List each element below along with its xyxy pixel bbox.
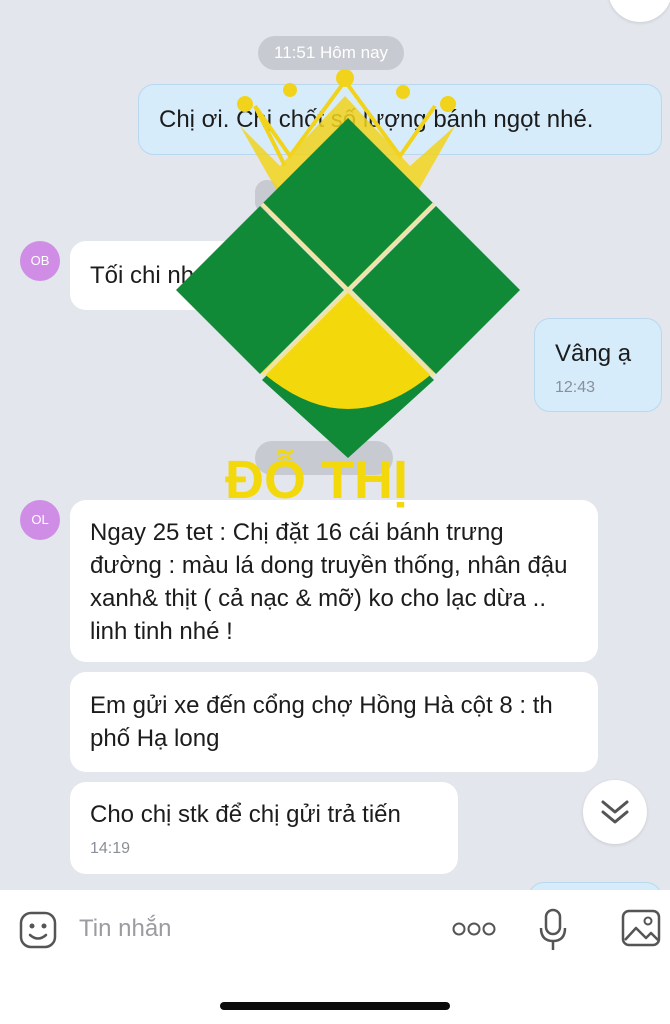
message-bubble-outgoing[interactable]: Vâng ạ 12:43 bbox=[534, 318, 662, 412]
top-round-button[interactable] bbox=[608, 0, 670, 22]
message-input-bar: Tin nhắn bbox=[0, 890, 670, 1024]
message-bubble-incoming[interactable]: Cho chị stk để chị gửi trả tiến 14:19 bbox=[70, 782, 458, 874]
microphone-icon[interactable] bbox=[538, 908, 568, 952]
message-text: Tối chi nh bbox=[90, 262, 195, 289]
message-bubble-incoming[interactable]: Tối chi nh bbox=[70, 241, 260, 310]
message-text: Vâng ạ bbox=[555, 340, 632, 367]
message-text: Cho chị stk để chị gửi trả tiến bbox=[90, 801, 401, 828]
message-bubble-incoming[interactable]: Ngay 25 tet : Chị đặt 16 cái bánh trưng … bbox=[70, 500, 598, 662]
message-text: Ngay 25 tet : Chị đặt 16 cái bánh trưng … bbox=[90, 519, 568, 645]
date-pill-hidden bbox=[255, 441, 393, 475]
message-input[interactable]: Tin nhắn bbox=[79, 914, 172, 944]
message-text: Chị ơi. Chị chốt số lượng bánh ngọt nhé. bbox=[159, 106, 594, 133]
message-bubble-outgoing[interactable]: Chị ơi. Chị chốt số lượng bánh ngọt nhé. bbox=[138, 84, 662, 155]
sticker-icon[interactable] bbox=[18, 910, 58, 950]
home-indicator[interactable] bbox=[220, 1002, 450, 1010]
chat-area[interactable]: 11:51 Hôm nay Chị ơi. Chị chốt số lượng … bbox=[0, 0, 670, 890]
image-icon[interactable] bbox=[620, 908, 662, 948]
avatar[interactable]: OL bbox=[20, 500, 60, 540]
message-time: 12:43 bbox=[555, 379, 596, 396]
avatar[interactable]: OB bbox=[20, 241, 60, 281]
scroll-down-button[interactable] bbox=[583, 780, 647, 844]
message-text: Em gửi xe đến cổng chợ Hồng Hà cột 8 : t… bbox=[90, 692, 553, 752]
message-bubble-incoming[interactable]: Em gửi xe đến cổng chợ Hồng Hà cột 8 : t… bbox=[70, 672, 598, 772]
message-bubble-outgoing-partial[interactable] bbox=[528, 882, 662, 890]
date-pill: 11:51 Hôm nay bbox=[258, 36, 405, 70]
more-dots-icon[interactable] bbox=[451, 920, 497, 938]
date-pill-hidden bbox=[255, 180, 279, 214]
message-time: 14:19 bbox=[90, 840, 131, 857]
chevron-double-down-icon bbox=[601, 800, 629, 824]
